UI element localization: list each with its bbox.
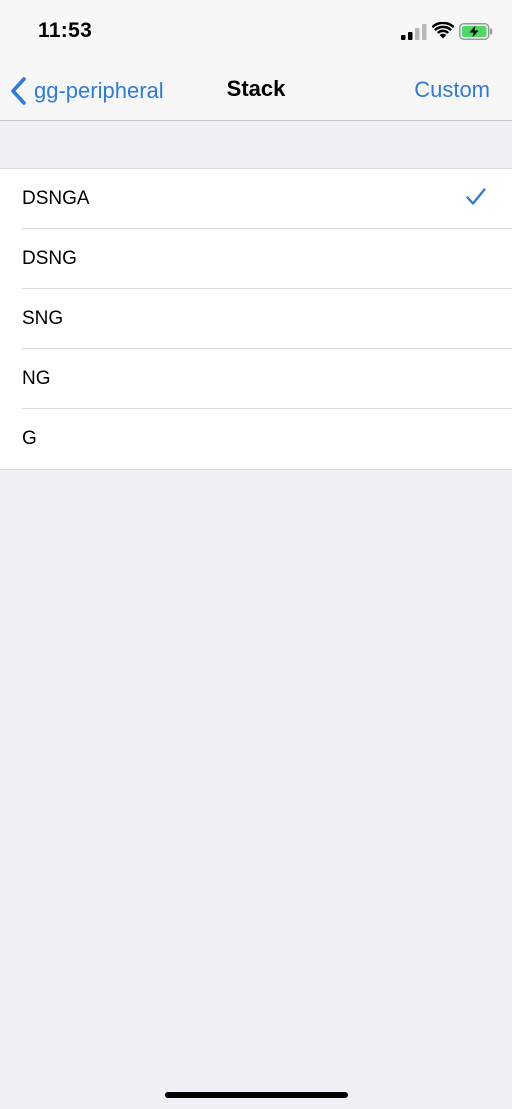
- navigation-bar: gg-peripheral Stack Custom: [0, 62, 512, 120]
- custom-button[interactable]: Custom: [414, 77, 490, 103]
- top-bar: 11:53 gg-peripheral Stack Custom: [0, 0, 512, 121]
- list-item-dsnga[interactable]: DSNGA: [0, 169, 512, 229]
- stack-options-list: DSNGA DSNG SNG NG G: [0, 168, 512, 470]
- cellular-signal-icon: [401, 24, 427, 40]
- list-item-ng[interactable]: NG: [0, 349, 512, 409]
- home-indicator[interactable]: [165, 1092, 348, 1098]
- checkmark-icon: [466, 188, 486, 205]
- battery-charging-icon: [459, 23, 493, 40]
- wifi-icon: [432, 22, 454, 39]
- list-item-dsng[interactable]: DSNG: [0, 229, 512, 289]
- list-item-label: NG: [22, 368, 51, 389]
- list-item-label: DSNG: [22, 248, 77, 269]
- screen: 11:53 gg-peripheral Stack Custom DSNGA D…: [0, 0, 512, 1109]
- list-item-g[interactable]: G: [0, 409, 512, 469]
- status-bar: 11:53: [0, 0, 512, 62]
- list-item-sng[interactable]: SNG: [0, 289, 512, 349]
- list-item-label: DSNGA: [22, 188, 90, 209]
- list-item-label: G: [22, 428, 37, 449]
- status-time: 11:53: [38, 19, 93, 42]
- list-item-label: SNG: [22, 308, 64, 329]
